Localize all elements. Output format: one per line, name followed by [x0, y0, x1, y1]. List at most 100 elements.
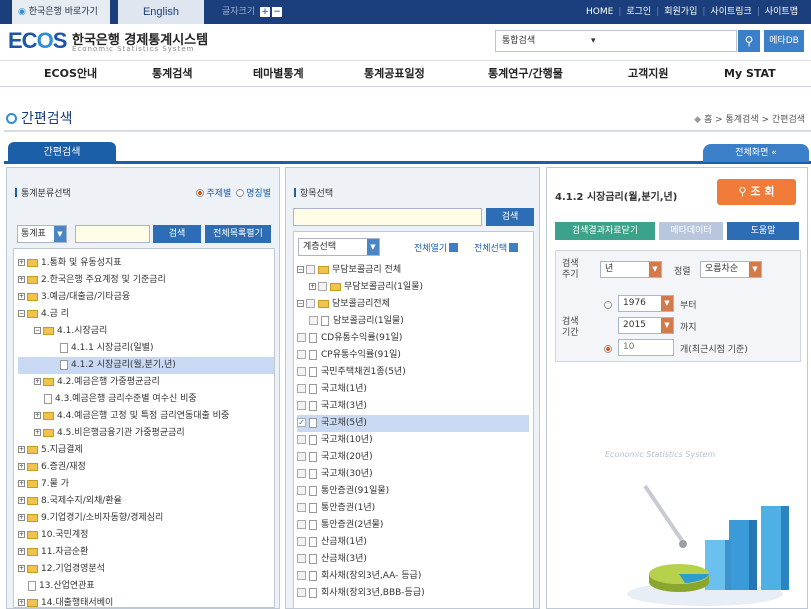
tree-node[interactable]: +5.지급결제 [18, 442, 274, 459]
item-row[interactable]: 담보콜금리(1일물) [297, 313, 529, 330]
item-checkbox[interactable] [297, 435, 306, 444]
metadata-button[interactable]: 메타데이터 [659, 222, 723, 240]
fullscreen-button[interactable]: 전체화면 « [703, 144, 809, 162]
item-row[interactable]: 산금채(3년) [297, 551, 529, 568]
item-row[interactable]: 산금채(1년) [297, 534, 529, 551]
expand-plus-icon[interactable]: + [18, 259, 25, 266]
tree-node[interactable]: +12.기업경영분석 [18, 561, 274, 578]
query-button[interactable]: ⚲ 조 회 [717, 179, 796, 205]
expand-plus-icon[interactable]: + [18, 276, 25, 283]
expand-plus-icon[interactable]: + [18, 293, 25, 300]
category-keyword-input[interactable] [75, 225, 150, 243]
top-nav-home[interactable]: HOME [581, 7, 618, 17]
item-checkbox[interactable] [297, 537, 306, 546]
item-row[interactable]: − 담보콜금리전체 [297, 296, 529, 313]
item-row[interactable]: 통안증권(91일물) [297, 483, 529, 500]
item-row[interactable]: 국민주택채권1종(5년) [297, 364, 529, 381]
tree-node[interactable]: +8.국제수지/외채/환율 [18, 493, 274, 510]
expand-all-link[interactable]: 전체열기 [414, 241, 459, 254]
collapse-minus-icon[interactable]: − [297, 300, 304, 307]
expand-plus-icon[interactable]: + [18, 565, 25, 572]
cycle-select[interactable]: 년 ▼ [600, 261, 662, 278]
collapse-minus-icon[interactable]: − [18, 310, 25, 317]
item-checkbox[interactable] [297, 452, 306, 461]
tree-node[interactable]: 13.산업연관표 [18, 578, 274, 595]
expand-plus-icon[interactable]: + [18, 599, 25, 606]
sort-select[interactable]: 오름차순 ▼ [700, 261, 762, 278]
item-row[interactable]: + 무담보콜금리(1일물) [297, 279, 529, 296]
item-row[interactable]: 국고채(30년) [297, 466, 529, 483]
item-row[interactable]: − 무담보콜금리 전체 [297, 262, 529, 279]
item-checkbox[interactable] [297, 367, 306, 376]
end-year-select[interactable]: 2015 ▼ [618, 317, 674, 334]
item-checkbox[interactable] [297, 333, 306, 342]
item-checkbox[interactable] [297, 384, 306, 393]
item-checkbox[interactable] [297, 503, 306, 512]
nav-ecos-info[interactable]: ECOS안내 [44, 61, 97, 87]
nav-my-stat[interactable]: My STAT [724, 61, 776, 87]
radio-name[interactable] [236, 189, 245, 197]
item-checkbox[interactable] [297, 588, 306, 597]
category-search-button[interactable]: 검색 [153, 225, 201, 243]
tree-node[interactable]: 4.1.2 시장금리(월,분기,년) [18, 357, 274, 374]
tree-node[interactable]: 4.3.예금은행 금리수준별 여수신 비중 [18, 391, 274, 408]
expand-list-button[interactable]: 전체목록펼기 [205, 225, 271, 243]
item-row[interactable]: 국고채(1년) [297, 381, 529, 398]
nav-support[interactable]: 고객지원 [628, 61, 668, 87]
top-nav-sitemap[interactable]: 사이트맵 [760, 7, 803, 17]
item-checkbox[interactable]: ✓ [297, 418, 306, 427]
top-nav-login[interactable]: 로그인 [621, 7, 656, 17]
close-results-button[interactable]: 검색결과자료닫기 [555, 222, 655, 240]
item-checkbox[interactable] [309, 316, 318, 325]
tree-node[interactable]: +6.증권/재정 [18, 459, 274, 476]
item-keyword-input[interactable] [293, 208, 482, 226]
ecos-logo[interactable]: ECOS [8, 28, 67, 54]
tree-node[interactable]: +1.통화 및 유동성지표 [18, 255, 274, 272]
item-row[interactable]: 국고채(3년) [297, 398, 529, 415]
tree-node[interactable]: − 4.1.시장금리 [18, 323, 274, 340]
nav-stat-search[interactable]: 통계검색 [152, 61, 192, 87]
meta-db-button[interactable]: 메타DB [764, 30, 804, 52]
bok-link[interactable]: ◉ 한국은행 바로가기 [12, 0, 110, 24]
font-plus-button[interactable]: + [260, 6, 270, 17]
item-row[interactable]: 국고채(20년) [297, 449, 529, 466]
radio-theme[interactable] [196, 189, 205, 197]
item-checkbox[interactable] [297, 554, 306, 563]
tree-node[interactable]: +4.2.예금은행 가중평균금리 [18, 374, 274, 391]
item-checkbox[interactable] [318, 282, 327, 291]
expand-plus-icon[interactable]: + [18, 531, 25, 538]
top-nav-sitelink[interactable]: 사이트링크 [705, 7, 756, 17]
tree-node[interactable]: − 4.금 리 [18, 306, 274, 323]
item-checkbox[interactable] [306, 299, 315, 308]
table-type-select[interactable]: 통계표 ▼ [17, 225, 67, 243]
tree-node[interactable]: +2.한국은행 주요계정 및 기준금리 [18, 272, 274, 289]
radio-period-range[interactable] [604, 301, 612, 309]
collapse-minus-icon[interactable]: − [34, 327, 41, 334]
item-row[interactable]: 회사채(장외3년,AA- 등급) [297, 568, 529, 585]
english-link[interactable]: English [118, 0, 204, 24]
expand-plus-icon[interactable]: + [18, 446, 25, 453]
item-row[interactable]: 회사채(장외3년,BBB-등급) [297, 585, 529, 602]
expand-plus-icon[interactable]: + [34, 412, 41, 419]
item-checkbox[interactable] [306, 265, 315, 274]
tab-simple-search[interactable]: 간편검색 [8, 142, 116, 164]
level-select[interactable]: 계층선택 ▼ [298, 238, 380, 256]
expand-plus-icon[interactable]: + [18, 514, 25, 521]
item-row[interactable]: 통안증권(2년물) [297, 517, 529, 534]
nav-release-schedule[interactable]: 통계공표일정 [364, 61, 425, 87]
expand-plus-icon[interactable]: + [18, 548, 25, 555]
tree-node[interactable]: +11.자금순환 [18, 544, 274, 561]
item-checkbox[interactable] [297, 350, 306, 359]
collapse-minus-icon[interactable]: − [297, 266, 304, 273]
tree-node[interactable]: 4.1.1 시장금리(일별) [18, 340, 274, 357]
tree-node[interactable]: +9.기업경기/소비자동향/경제심리 [18, 510, 274, 527]
item-search-button[interactable]: 검색 [486, 208, 534, 226]
start-year-select[interactable]: 1976 ▼ [618, 295, 674, 312]
item-row[interactable]: ✓ 국고채(5년) [297, 415, 529, 432]
item-checkbox[interactable] [297, 520, 306, 529]
expand-plus-icon[interactable]: + [34, 429, 41, 436]
font-minus-button[interactable]: − [272, 6, 282, 17]
item-row[interactable]: 통안증권(1년) [297, 500, 529, 517]
help-button[interactable]: 도움말 [727, 222, 799, 240]
nav-theme-stats[interactable]: 테마별통계 [253, 61, 304, 87]
